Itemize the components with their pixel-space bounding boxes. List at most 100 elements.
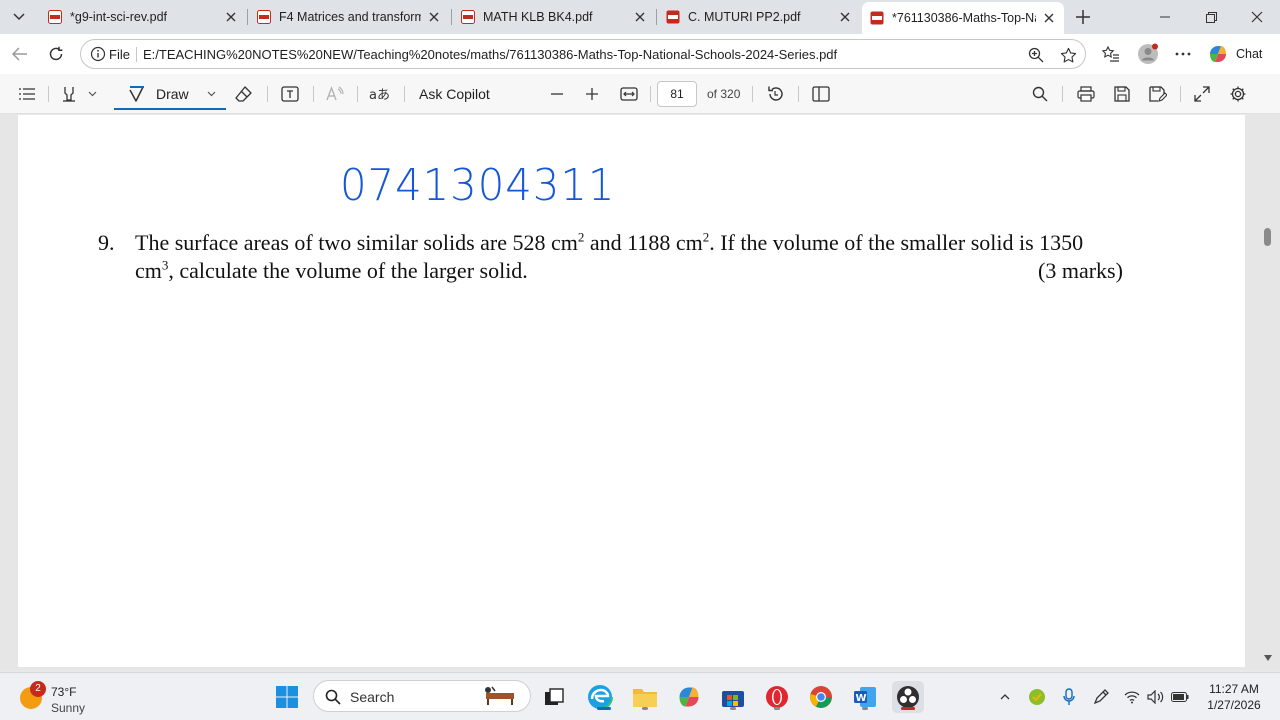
network-button[interactable] (1122, 687, 1142, 707)
copilot-taskbar-button[interactable] (673, 681, 705, 713)
store-taskbar-button[interactable] (717, 681, 749, 713)
obs-icon (897, 686, 919, 708)
question-line-2: cm3, calculate the volume of the larger … (135, 258, 528, 284)
tab-4[interactable]: C. MUTURI PP2.pdf (658, 4, 860, 30)
start-button[interactable] (271, 681, 303, 713)
chat-label: Chat (1236, 47, 1263, 61)
tab-separator (247, 9, 248, 25)
ask-copilot-button[interactable]: Ask Copilot (419, 86, 490, 102)
save-icon (1114, 86, 1130, 102)
url-text[interactable]: E:/TEACHING%20NOTES%20NEW/Teaching%20not… (143, 47, 837, 62)
print-button[interactable] (1074, 82, 1098, 106)
favorite-button[interactable] (1057, 44, 1079, 66)
back-button[interactable] (8, 42, 32, 66)
toolbar-divider (267, 86, 268, 102)
volume-button[interactable] (1146, 687, 1166, 707)
word-taskbar-button[interactable]: W (849, 681, 881, 713)
save-as-button[interactable] (1146, 82, 1170, 106)
triangle-down-icon (1264, 655, 1272, 661)
close-icon (226, 12, 236, 22)
pdf-viewer[interactable]: 0741304311 9. The surface areas of two s… (0, 115, 1280, 670)
svg-text:aあ: aあ (369, 88, 389, 102)
tab-5-active[interactable]: *761130386-Maths-Top-Na (862, 2, 1064, 34)
scroll-down-button[interactable] (1263, 653, 1273, 663)
tab-title: MATH KLB BK4.pdf (483, 10, 593, 24)
pen-menu-button[interactable] (1091, 687, 1111, 707)
tab-close-button[interactable] (1040, 9, 1058, 27)
marks-label: (3 marks) (1038, 258, 1123, 283)
fit-to-width-button[interactable] (617, 82, 641, 106)
save-button[interactable] (1110, 82, 1134, 106)
contents-button[interactable] (15, 82, 39, 106)
refresh-button[interactable] (44, 42, 68, 66)
tab-actions-menu-button[interactable] (6, 5, 32, 29)
zoom-in-button[interactable] (580, 82, 604, 106)
new-tab-button[interactable] (1071, 5, 1095, 29)
copilot-chat-button[interactable]: Chat (1207, 42, 1262, 66)
word-icon: W (854, 687, 876, 707)
windows-logo-icon (276, 686, 298, 708)
gear-icon (1230, 86, 1246, 102)
highlight-options-button[interactable] (84, 82, 100, 106)
close-icon (1251, 11, 1263, 23)
fullscreen-button[interactable] (1190, 82, 1214, 106)
eraser-icon (235, 86, 252, 102)
tab-1[interactable]: *g9-int-sci-rev.pdf (40, 4, 246, 30)
tab-close-button[interactable] (425, 8, 443, 26)
translate-button[interactable]: aあ (367, 82, 391, 106)
vertical-scrollbar[interactable] (1261, 115, 1275, 670)
zoom-out-button[interactable] (545, 82, 569, 106)
draw-label: Draw (156, 86, 189, 102)
tab-title: C. MUTURI PP2.pdf (688, 10, 801, 24)
tab-close-button[interactable] (836, 8, 854, 26)
page-number-input[interactable]: 81 (657, 81, 697, 107)
fit-width-icon (620, 87, 638, 101)
tray-app-button[interactable] (1027, 687, 1047, 707)
scrollbar-thumb[interactable] (1264, 228, 1271, 246)
more-button[interactable] (1171, 42, 1195, 66)
folder-icon (633, 689, 657, 707)
obs-taskbar-button[interactable] (892, 681, 924, 713)
running-indicator (862, 707, 868, 710)
clock[interactable]: 11:27 AM 1/27/2026 (1196, 681, 1272, 713)
profile-button[interactable] (1136, 42, 1160, 66)
tab-2[interactable]: F4 Matrices and transforma (249, 4, 449, 30)
edge-taskbar-button[interactable] (584, 681, 616, 713)
speaker-icon (1147, 690, 1164, 704)
printer-icon (1077, 86, 1095, 102)
opera-taskbar-button[interactable] (761, 681, 793, 713)
tab-close-button[interactable] (222, 8, 240, 26)
read-aloud-button[interactable] (323, 82, 347, 106)
page-view-button[interactable] (809, 82, 833, 106)
draw-button[interactable]: Draw (114, 80, 226, 110)
taskbar-search[interactable]: Search (313, 680, 531, 712)
task-view-button[interactable] (538, 681, 570, 713)
info-icon[interactable] (90, 46, 106, 62)
plus-icon (586, 88, 598, 100)
favorites-button[interactable] (1099, 42, 1123, 66)
find-button[interactable] (1028, 82, 1052, 106)
highlight-button[interactable] (57, 82, 81, 106)
close-icon (635, 12, 645, 22)
erase-button[interactable] (232, 82, 256, 106)
running-indicator (642, 707, 648, 710)
weather-condition: Sunny (51, 701, 86, 715)
rotate-icon (768, 86, 783, 101)
rotate-button[interactable] (764, 82, 788, 106)
file-explorer-button[interactable] (629, 681, 661, 713)
tab-3[interactable]: MATH KLB BK4.pdf (453, 4, 655, 30)
microphone-button[interactable] (1059, 687, 1079, 707)
expand-icon (1194, 86, 1210, 102)
add-text-button[interactable] (278, 82, 302, 106)
address-bar[interactable]: File E:/TEACHING%20NOTES%20NEW/Teaching%… (80, 39, 1086, 69)
tab-close-button[interactable] (631, 8, 649, 26)
show-hidden-icons-button[interactable] (995, 687, 1015, 707)
restore-button[interactable] (1188, 0, 1234, 34)
zoom-button[interactable] (1025, 44, 1047, 66)
weather-widget[interactable]: 2 73°F Sunny (20, 681, 110, 715)
chrome-taskbar-button[interactable] (805, 681, 837, 713)
battery-button[interactable] (1170, 687, 1190, 707)
minimize-button[interactable] (1142, 0, 1188, 34)
close-window-button[interactable] (1234, 0, 1280, 34)
settings-button[interactable] (1226, 82, 1250, 106)
